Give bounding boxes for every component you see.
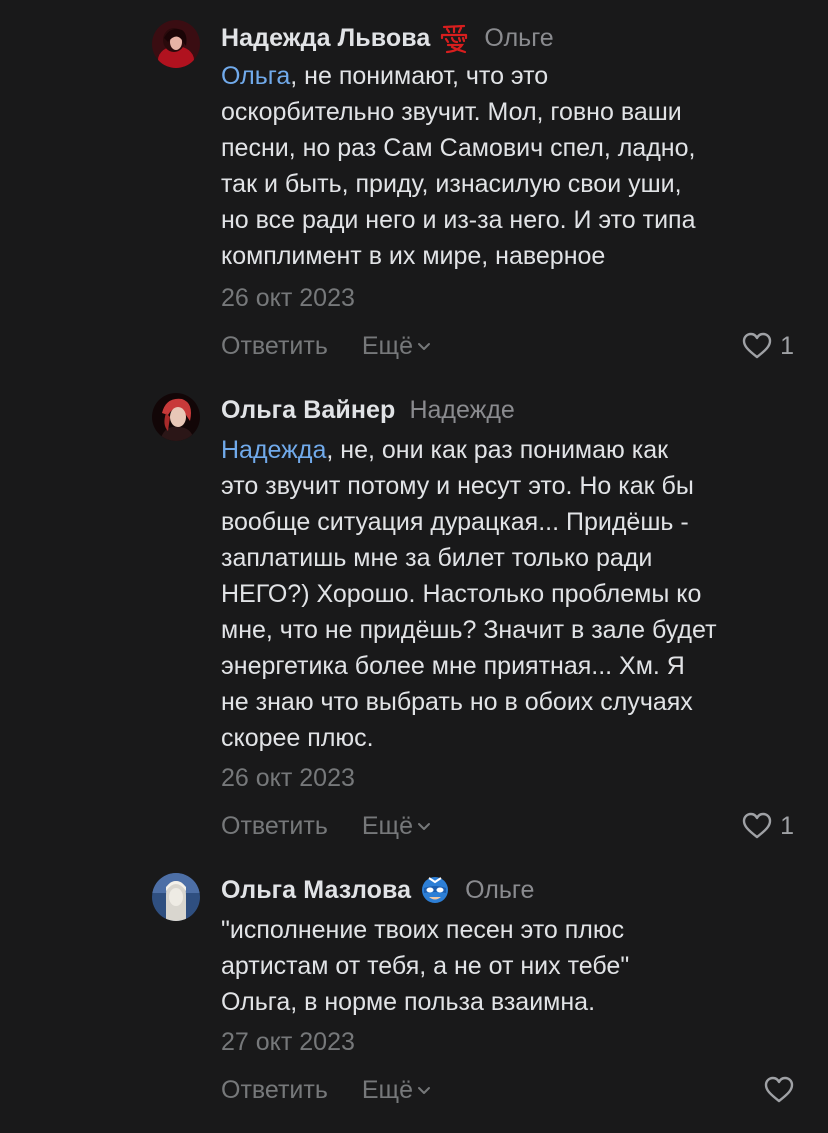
comment-header: Надежда Львова Ольге — [221, 21, 554, 55]
reply-button[interactable]: Ответить — [221, 332, 328, 361]
reply-button[interactable]: Ответить — [221, 812, 328, 841]
author-name[interactable]: Ольга Вайнер — [221, 396, 395, 425]
comment-text: "исполнение твоих песен это плюс артиста… — [221, 916, 630, 1016]
comment-header: Ольга Вайнер Надежде — [221, 393, 515, 427]
heart-kanji-emoji-icon — [438, 22, 470, 54]
heart-icon — [742, 812, 772, 839]
mention-link[interactable]: Надежда — [221, 436, 326, 464]
more-button[interactable]: Ещё — [362, 332, 432, 361]
author-name[interactable]: Надежда Львова — [221, 24, 430, 53]
like-count: 1 — [780, 331, 794, 360]
like-count: 1 — [780, 811, 794, 840]
like-button[interactable]: 1 — [742, 812, 794, 841]
comment-actions: Ответить Ещё 1 — [221, 808, 794, 844]
heart-icon — [764, 1076, 794, 1103]
comment-body: Надежда, не, они как раз понимаю как это… — [221, 432, 811, 756]
heart-icon — [742, 332, 772, 359]
author-name[interactable]: Ольга Мазлова — [221, 876, 411, 905]
comment-actions: Ответить Ещё 1 — [221, 328, 794, 364]
comment-body: "исполнение твоих песен это плюс артиста… — [221, 912, 811, 1020]
comment-header: Ольга Мазлова Ольге — [221, 873, 534, 907]
more-label: Ещё — [361, 331, 414, 360]
like-button[interactable] — [764, 1076, 794, 1104]
comment-text: , не, они как раз понимаю как это звучит… — [221, 436, 717, 752]
more-label: Ещё — [361, 811, 414, 840]
reply-to-name[interactable]: Надежде — [409, 396, 514, 425]
superhero-mask-emoji-icon — [419, 874, 451, 906]
reply-to-name[interactable]: Ольге — [484, 24, 553, 53]
chevron-down-icon — [418, 823, 431, 830]
more-button[interactable]: Ещё — [362, 812, 432, 841]
comment-actions: Ответить Ещё — [221, 1072, 794, 1108]
comment-date[interactable]: 26 окт 2023 — [221, 284, 355, 313]
comment-text: , не понимают, что это оскорбительно зву… — [221, 62, 696, 270]
comment-body: Ольга, не понимают, что это оскорбительн… — [221, 58, 811, 274]
comment-date[interactable]: 27 окт 2023 — [221, 1028, 355, 1057]
avatar[interactable] — [152, 20, 200, 68]
more-button[interactable]: Ещё — [362, 1076, 432, 1105]
mention-link[interactable]: Ольга — [221, 62, 290, 90]
chevron-down-icon — [418, 343, 431, 350]
reply-to-name[interactable]: Ольге — [465, 876, 534, 905]
avatar[interactable] — [152, 393, 200, 441]
comment-date[interactable]: 26 окт 2023 — [221, 764, 355, 793]
more-label: Ещё — [361, 1075, 414, 1104]
chevron-down-icon — [418, 1087, 431, 1094]
avatar[interactable] — [152, 873, 200, 921]
like-button[interactable]: 1 — [742, 332, 794, 361]
reply-button[interactable]: Ответить — [221, 1076, 328, 1105]
